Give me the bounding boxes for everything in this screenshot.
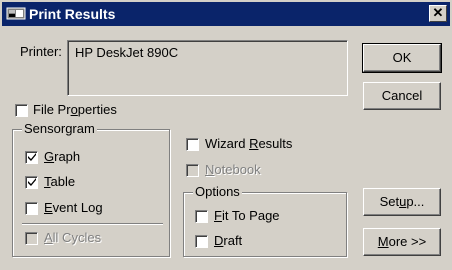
setup-label: Setup...	[379, 194, 425, 209]
setup-button[interactable]: Setup...	[363, 188, 441, 216]
event-log-label[interactable]: Event Log	[44, 200, 103, 215]
title-bar[interactable]: Print Results ✕	[2, 2, 450, 26]
more-button[interactable]: More >>	[363, 228, 441, 256]
graph-label[interactable]: Graph	[44, 149, 80, 164]
printer-app-icon	[6, 7, 26, 20]
wizard-results-label[interactable]: Wizard Results	[205, 136, 292, 151]
printer-field: HP DeskJet 890C	[67, 40, 348, 96]
options-group-title: Options	[193, 184, 242, 199]
ok-label: OK	[392, 50, 412, 65]
wizard-results-checkbox[interactable]	[186, 138, 199, 151]
fit-to-page-checkbox[interactable]	[195, 210, 208, 223]
checkmark-icon	[28, 153, 36, 161]
cancel-label: Cancel	[381, 88, 423, 103]
cancel-button[interactable]: Cancel	[363, 82, 441, 110]
table-label[interactable]: Table	[44, 174, 75, 189]
close-icon: ✕	[432, 5, 444, 20]
file-properties-label[interactable]: File Properties	[33, 102, 117, 117]
close-button[interactable]: ✕	[429, 5, 447, 22]
table-checkbox[interactable]	[25, 176, 38, 189]
print-results-dialog: Print Results ✕ Printer: HP DeskJet 890C…	[0, 0, 452, 270]
all-cycles-checkbox	[25, 232, 38, 245]
window-title: Print Results	[29, 6, 116, 22]
sensorgram-separator	[22, 223, 163, 225]
all-cycles-label: All Cycles	[44, 230, 102, 245]
more-label: More >>	[377, 234, 427, 249]
printer-label: Printer:	[20, 44, 62, 59]
ok-button[interactable]: OK	[362, 43, 442, 73]
event-log-checkbox[interactable]	[25, 202, 38, 215]
fit-to-page-label[interactable]: Fit To Page	[214, 208, 280, 223]
notebook-checkbox	[186, 164, 199, 177]
notebook-label: Notebook	[205, 162, 261, 177]
file-properties-checkbox[interactable]	[15, 104, 28, 117]
sensorgram-group-title: Sensorgram	[22, 121, 97, 136]
draft-checkbox[interactable]	[195, 235, 208, 248]
printer-value: HP DeskJet 890C	[75, 45, 179, 60]
graph-checkbox[interactable]	[25, 151, 38, 164]
draft-label[interactable]: Draft	[214, 233, 242, 248]
checkmark-icon	[28, 178, 36, 186]
